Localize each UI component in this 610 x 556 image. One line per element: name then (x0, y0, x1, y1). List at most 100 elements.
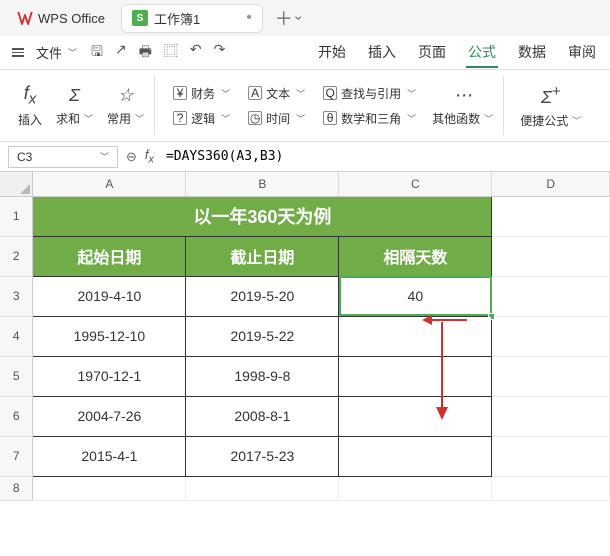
tab-menu-chevron[interactable]: › (291, 16, 307, 21)
cell-b4[interactable]: 2019-5-22 (186, 316, 339, 356)
cell-d6[interactable] (492, 396, 610, 436)
text-icon: A (248, 86, 262, 100)
financial-button[interactable]: ¥财务﹀ (169, 83, 234, 104)
fx-icon[interactable]: fx (145, 147, 154, 166)
lookup-button[interactable]: Q查找与引用﹀ (319, 83, 420, 104)
redo-icon[interactable]: ↷ (214, 41, 226, 65)
ribbon-group-categories: ¥财务﹀ ?逻辑﹀ A文本﹀ ◷时间﹀ Q查找与引用﹀ θ数学和三角﹀ ⋯ 其他… (161, 76, 504, 135)
app-name: WPS Office (38, 11, 105, 26)
document-tab[interactable]: S 工作簿1 • (121, 4, 263, 33)
tab-review[interactable]: 审阅 (566, 38, 598, 68)
cell-b3[interactable]: 2019-5-20 (186, 276, 339, 316)
cell-a7[interactable]: 2015-4-1 (33, 436, 186, 476)
name-box[interactable]: C3 ﹀ (8, 146, 118, 168)
cell-c4[interactable] (339, 316, 492, 356)
title-cell[interactable]: 以一年360天为例 (33, 196, 492, 236)
tab-data[interactable]: 数据 (516, 38, 548, 68)
cell-b7[interactable]: 2017-5-23 (186, 436, 339, 476)
cell-b8[interactable] (186, 476, 339, 500)
cell-d3[interactable] (492, 276, 610, 316)
cell-a8[interactable] (33, 476, 186, 500)
chevron-down-icon: ﹀ (68, 46, 77, 59)
document-name: 工作簿1 (154, 9, 200, 28)
row-header-1[interactable]: 1 (0, 196, 33, 236)
chevron-down-icon: ﹀ (100, 150, 109, 163)
wps-logo[interactable]: WPS Office (8, 5, 113, 31)
cell-b5[interactable]: 1998-9-8 (186, 356, 339, 396)
ribbon-group-insert: fx 插入 Σ 求和﹀ ☆ 常用﹀ (8, 76, 155, 135)
file-label: 文件 (36, 43, 62, 62)
tab-start[interactable]: 开始 (316, 38, 348, 68)
header-start[interactable]: 起始日期 (33, 236, 186, 276)
cell-c8[interactable] (339, 476, 492, 500)
cancel-icon[interactable]: ⊖ (126, 149, 137, 165)
tab-formula[interactable]: 公式 (466, 38, 498, 68)
tab-page[interactable]: 页面 (416, 38, 448, 68)
header-days[interactable]: 相隔天数 (339, 236, 492, 276)
cell-a6[interactable]: 2004-7-26 (33, 396, 186, 436)
cell-c7[interactable] (339, 436, 492, 476)
file-bar: 文件 ﹀ 🖫 ↗ 🖶 ⿴ ↶ ↷ 开始 插入 页面 公式 数据 审阅 (0, 36, 610, 70)
cell-d8[interactable] (492, 476, 610, 500)
row-header-5[interactable]: 5 (0, 356, 33, 396)
more-icon: ⋯ (454, 85, 472, 106)
sigma-plus-icon: Σ+ (541, 83, 561, 108)
select-all-corner[interactable] (0, 172, 33, 196)
common-button[interactable]: ☆ 常用﹀ (105, 81, 146, 131)
row-header-7[interactable]: 7 (0, 436, 33, 476)
cell-d5[interactable] (492, 356, 610, 396)
financial-icon: ¥ (173, 86, 187, 100)
col-header-a[interactable]: A (33, 172, 186, 196)
tab-unsaved-dot: • (246, 9, 252, 27)
logical-button[interactable]: ?逻辑﹀ (169, 108, 234, 129)
spreadsheet-icon: S (132, 10, 148, 26)
row-header-8[interactable]: 8 (0, 476, 33, 500)
cell-a4[interactable]: 1995-12-10 (33, 316, 186, 356)
cell-d7[interactable] (492, 436, 610, 476)
formula-input[interactable] (162, 146, 602, 168)
cell-a5[interactable]: 1970-12-1 (33, 356, 186, 396)
cell-c6[interactable] (339, 396, 492, 436)
save-icon[interactable]: 🖫 (91, 41, 103, 65)
text-button[interactable]: A文本﹀ (244, 83, 309, 104)
row-header-6[interactable]: 6 (0, 396, 33, 436)
insert-function-button[interactable]: fx 插入 (16, 79, 44, 133)
export-icon[interactable]: ↗ (115, 41, 127, 65)
clock-icon: ◷ (248, 111, 262, 125)
preview-icon[interactable]: ⿴ (164, 41, 178, 65)
more-functions-button[interactable]: ⋯ 其他函数﹀ (430, 81, 495, 131)
row-header-2[interactable]: 2 (0, 236, 33, 276)
autosum-button[interactable]: Σ 求和﹀ (54, 81, 95, 131)
spreadsheet-grid[interactable]: A B C D 1 以一年360天为例 2 起始日期 截止日期 相隔天数 3 2… (0, 172, 610, 501)
file-menu[interactable]: 文件 ﹀ (8, 43, 77, 62)
title-bar: WPS Office S 工作簿1 • ＋ › (0, 0, 610, 36)
math-icon: θ (323, 111, 337, 125)
cell-c5[interactable] (339, 356, 492, 396)
row-header-4[interactable]: 4 (0, 316, 33, 356)
add-tab-button[interactable]: ＋ (275, 5, 293, 31)
tab-insert[interactable]: 插入 (366, 38, 398, 68)
col-header-c[interactable]: C (339, 172, 492, 196)
wps-icon (16, 9, 34, 27)
star-icon: ☆ (117, 85, 133, 106)
cell-a3[interactable]: 2019-4-10 (33, 276, 186, 316)
quick-formula-button[interactable]: Σ+ 便捷公式﹀ (518, 79, 583, 133)
cell-d2[interactable] (492, 236, 610, 276)
header-end[interactable]: 截止日期 (186, 236, 339, 276)
ribbon: fx 插入 Σ 求和﹀ ☆ 常用﹀ ¥财务﹀ ?逻辑﹀ A文本﹀ ◷时间﹀ Q查… (0, 70, 610, 142)
cell-d4[interactable] (492, 316, 610, 356)
print-icon[interactable]: 🖶 (139, 41, 152, 65)
datetime-button[interactable]: ◷时间﹀ (244, 108, 309, 129)
row-header-3[interactable]: 3 (0, 276, 33, 316)
cell-b6[interactable]: 2008-8-1 (186, 396, 339, 436)
undo-icon[interactable]: ↶ (190, 41, 202, 65)
fx-icon: fx (24, 83, 37, 108)
col-header-d[interactable]: D (492, 172, 610, 196)
math-button[interactable]: θ数学和三角﹀ (319, 108, 420, 129)
formula-bar: C3 ﹀ ⊖ fx (0, 142, 610, 172)
logical-icon: ? (173, 111, 187, 125)
hamburger-icon (8, 44, 28, 61)
cell-d1[interactable] (492, 196, 610, 236)
col-header-b[interactable]: B (186, 172, 339, 196)
cell-c3[interactable]: 40 (339, 276, 492, 316)
